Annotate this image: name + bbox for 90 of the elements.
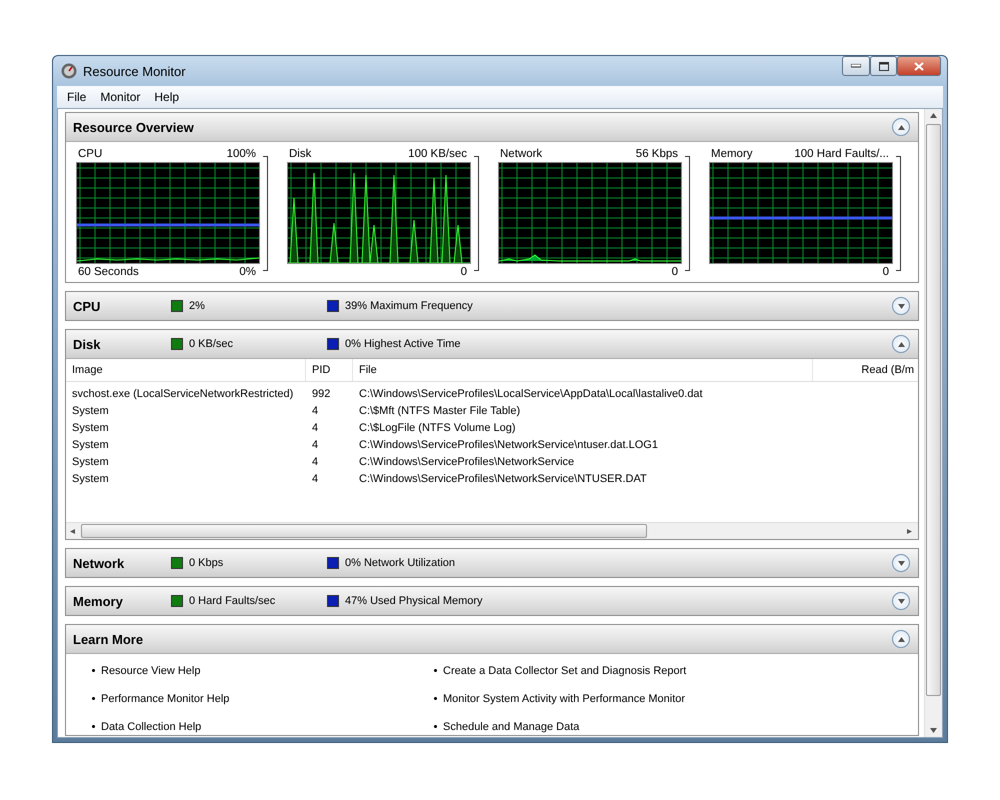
left-arrow-icon <box>70 528 77 534</box>
stat-text: 47% Used Physical Memory <box>345 595 483 607</box>
graph-max: 100 Hard Faults/... <box>794 148 889 160</box>
help-link[interactable]: Monitor System Activity with Performance Monitor <box>443 691 686 707</box>
table-cell-text: System <box>71 438 110 450</box>
graph-title: Disk <box>289 148 312 160</box>
graph-title: Network <box>500 148 542 160</box>
table-cell-text: C:\Windows\ServiceProfiles\NetworkService\NTUSER.DAT <box>358 472 648 484</box>
table-cell-text: C:\$Mft (NTFS Master File Table) <box>358 404 522 416</box>
table-cell-text: System <box>71 456 110 468</box>
table-cell-text: C:\Windows\ServiceProfiles\NetworkService\ntuser.dat.LOG1 <box>358 438 659 450</box>
table-cell-text: C:\Windows\ServiceProfiles\LocalService\AppData\Local\lastalive0.dat <box>358 388 704 400</box>
table-cell-text: 4 <box>311 456 320 468</box>
graph-min: 0 <box>460 266 467 278</box>
table-cell-text: System <box>71 422 110 434</box>
up-arrow-icon <box>898 636 904 642</box>
up-arrow-icon <box>930 113 937 118</box>
stat-text: 0% Highest Active Time <box>345 338 461 350</box>
window-title: Resource Monitor <box>83 64 187 78</box>
stat-text: 2% <box>189 300 205 312</box>
up-arrow-icon <box>898 124 904 130</box>
up-arrow-icon <box>898 342 904 346</box>
graph-max: 100% <box>226 148 256 160</box>
minimize-button[interactable] <box>842 56 870 76</box>
collapse-button[interactable] <box>892 630 910 648</box>
table-cell-text: System <box>71 404 110 416</box>
bullet-icon <box>434 697 437 700</box>
graph-title: Memory <box>711 148 753 160</box>
section-title: Memory <box>73 594 124 608</box>
table-cell-text: 4 <box>311 472 320 484</box>
graph-min: 0% <box>239 266 256 278</box>
collapse-button[interactable] <box>892 335 910 353</box>
graph-max: 56 Kbps <box>636 148 678 160</box>
menu-item[interactable]: File <box>67 90 86 104</box>
column-header[interactable]: Image <box>66 359 306 381</box>
graph-max: 100 KB/sec <box>408 148 467 160</box>
section-title: CPU <box>73 298 102 314</box>
bullet-icon <box>434 669 437 672</box>
collapse-button[interactable] <box>892 118 910 136</box>
expand-button[interactable] <box>892 554 910 572</box>
minimize-icon <box>851 64 861 68</box>
maximize-icon <box>878 62 888 70</box>
stat-text: 0 Kbps <box>189 557 224 569</box>
bullet-icon <box>92 725 95 728</box>
column-header[interactable]: PID <box>306 359 353 381</box>
help-link[interactable]: Data Collection Help <box>101 719 202 735</box>
menu-item[interactable]: Monitor <box>100 90 140 104</box>
stat-text: 39% Maximum Frequency <box>345 300 473 312</box>
right-arrow-icon <box>907 528 914 534</box>
table-cell-text: 4 <box>311 422 320 434</box>
column-header[interactable]: Read (B/m <box>813 359 918 381</box>
help-link[interactable]: Performance Monitor Help <box>101 691 230 707</box>
column-header[interactable]: File <box>353 359 813 381</box>
vertical-scrollbar[interactable] <box>924 109 942 737</box>
expand-button[interactable] <box>892 297 910 315</box>
close-button[interactable] <box>897 56 941 76</box>
graph-min: 0 <box>882 266 889 278</box>
gauge-icon <box>61 63 77 79</box>
help-link[interactable]: Schedule and Manage Data <box>443 719 580 735</box>
help-link[interactable]: Resource View Help <box>101 663 200 679</box>
close-icon <box>914 62 924 70</box>
table-cell-text: C:\Windows\ServiceProfiles\NetworkService <box>358 456 576 468</box>
horizontal-scrollbar[interactable] <box>66 522 918 539</box>
table-cell-text: 4 <box>311 404 320 416</box>
maximize-button[interactable] <box>870 56 897 76</box>
section-title: Resource Overview <box>73 120 194 134</box>
stat-text: 0 KB/sec <box>189 338 234 350</box>
graph-title: CPU <box>78 148 102 160</box>
down-arrow-icon <box>898 598 904 604</box>
stat-text: 0 Hard Faults/sec <box>189 595 276 607</box>
section-title: Network <box>73 556 126 570</box>
help-link[interactable]: Create a Data Collector Set and Diagnosis Report <box>443 663 686 679</box>
table-cell-text: System <box>71 472 110 484</box>
bullet-icon <box>434 725 437 728</box>
bullet-icon <box>92 697 95 700</box>
stat-text: 0% Network Utilization <box>345 557 456 569</box>
table-cell-text: 4 <box>311 438 320 450</box>
menu-item[interactable]: Help <box>154 90 180 104</box>
bullet-icon <box>92 669 95 672</box>
section-title: Learn More <box>73 632 144 646</box>
table-cell-text: 992 <box>311 388 332 400</box>
down-arrow-icon <box>898 304 904 308</box>
table-cell-text: C:\$LogFile (NTFS Volume Log) <box>358 422 517 434</box>
down-arrow-icon <box>930 728 937 733</box>
graph-min: 0 <box>672 266 678 278</box>
table-cell-text: svchost.exe (LocalServiceNetworkRestricted) <box>71 388 294 400</box>
graph-time: 60 Seconds <box>78 266 139 278</box>
section-title: Disk <box>73 336 102 352</box>
expand-button[interactable] <box>892 592 910 610</box>
down-arrow-icon <box>898 560 904 566</box>
